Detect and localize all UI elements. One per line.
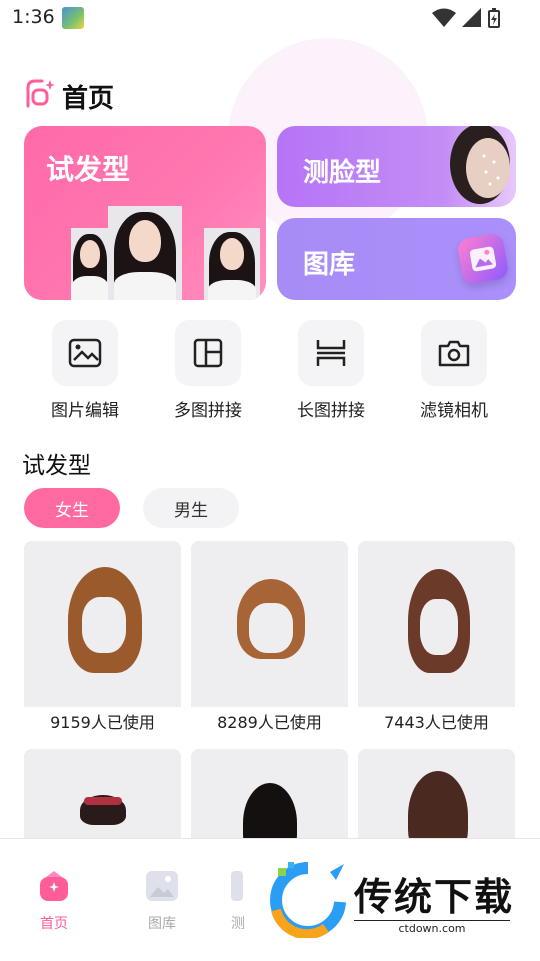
watermark-url: ctdown.com — [354, 920, 510, 935]
long-collage-icon — [316, 340, 346, 366]
filter-male-chip[interactable]: 男生 — [143, 488, 239, 528]
hairstyle-image — [191, 749, 348, 849]
home-tab-icon — [40, 871, 68, 901]
wifi-icon — [432, 8, 456, 27]
watermark: 传统下载 ctdown.com — [268, 862, 528, 942]
grid-collage-icon — [193, 338, 223, 368]
hairstyle-image — [358, 749, 515, 849]
tool-label: 长图拼接 — [297, 401, 365, 421]
status-bar: 1:36 — [0, 0, 540, 36]
hairstyle-card[interactable] — [191, 749, 348, 849]
try-hairstyle-card[interactable]: 试发型 — [24, 126, 266, 300]
app-logo-icon — [26, 79, 55, 108]
face-shape-card[interactable]: 测脸型 — [277, 126, 516, 207]
status-time: 1:36 — [12, 6, 55, 28]
app-notification-icon — [62, 7, 84, 29]
tab-label: 图库 — [148, 916, 176, 932]
tool-label: 滤镜相机 — [420, 401, 488, 421]
gallery-card[interactable]: 图库 — [277, 218, 516, 300]
hairstyle-card[interactable]: 7443人已使用 — [358, 541, 515, 739]
hairstyle-image — [24, 749, 181, 849]
face-shape-title: 测脸型 — [303, 158, 382, 188]
long-collage-tool[interactable]: 长图拼接 — [281, 320, 381, 421]
gallery-picture-icon — [456, 232, 510, 286]
try-hairstyle-title: 试发型 — [46, 153, 131, 186]
camera-icon — [438, 340, 470, 367]
hairstyle-image — [191, 541, 348, 707]
tool-label: 图片编辑 — [51, 401, 119, 421]
hairstyle-card[interactable]: 8289人已使用 — [191, 541, 348, 739]
gallery-tab-icon — [146, 871, 178, 901]
image-edit-tool[interactable]: 图片编辑 — [35, 320, 135, 421]
tool-shortcuts: 图片编辑 多图拼接 长图拼接 滤镜相机 — [0, 320, 540, 430]
hairstyle-card[interactable] — [358, 749, 515, 849]
tab-face[interactable]: 测 — [218, 869, 258, 933]
filter-camera-tool[interactable]: 滤镜相机 — [404, 320, 504, 421]
usage-count: 8289人已使用 — [191, 707, 348, 739]
hairstyle-image — [358, 541, 515, 707]
section-title: 试发型 — [22, 453, 91, 479]
hairstyle-card[interactable] — [24, 749, 181, 849]
tab-label: 首页 — [40, 916, 68, 932]
portrait-image — [71, 228, 109, 300]
signal-icon — [462, 8, 481, 27]
tab-label: 测 — [231, 916, 245, 932]
usage-count: 9159人已使用 — [24, 707, 181, 739]
tab-home[interactable]: 首页 — [14, 869, 94, 933]
hairstyle-card[interactable]: 9159人已使用 — [24, 541, 181, 739]
face-scan-image — [450, 126, 510, 204]
gallery-title: 图库 — [303, 250, 356, 280]
page-title: 首页 — [62, 84, 115, 114]
watermark-logo-icon — [270, 862, 346, 938]
filter-female-chip[interactable]: 女生 — [24, 488, 120, 528]
face-tab-icon — [231, 871, 243, 901]
grid-collage-tool[interactable]: 多图拼接 — [158, 320, 258, 421]
portrait-image — [204, 228, 260, 300]
hairstyle-image — [24, 541, 181, 707]
watermark-text: 传统下载 — [354, 875, 515, 919]
image-edit-icon — [68, 338, 102, 368]
battery-icon — [488, 8, 500, 28]
usage-count: 7443人已使用 — [358, 707, 515, 739]
tool-label: 多图拼接 — [174, 401, 242, 421]
portrait-image — [108, 206, 182, 300]
status-icons — [432, 8, 500, 28]
tab-gallery[interactable]: 图库 — [122, 869, 202, 933]
